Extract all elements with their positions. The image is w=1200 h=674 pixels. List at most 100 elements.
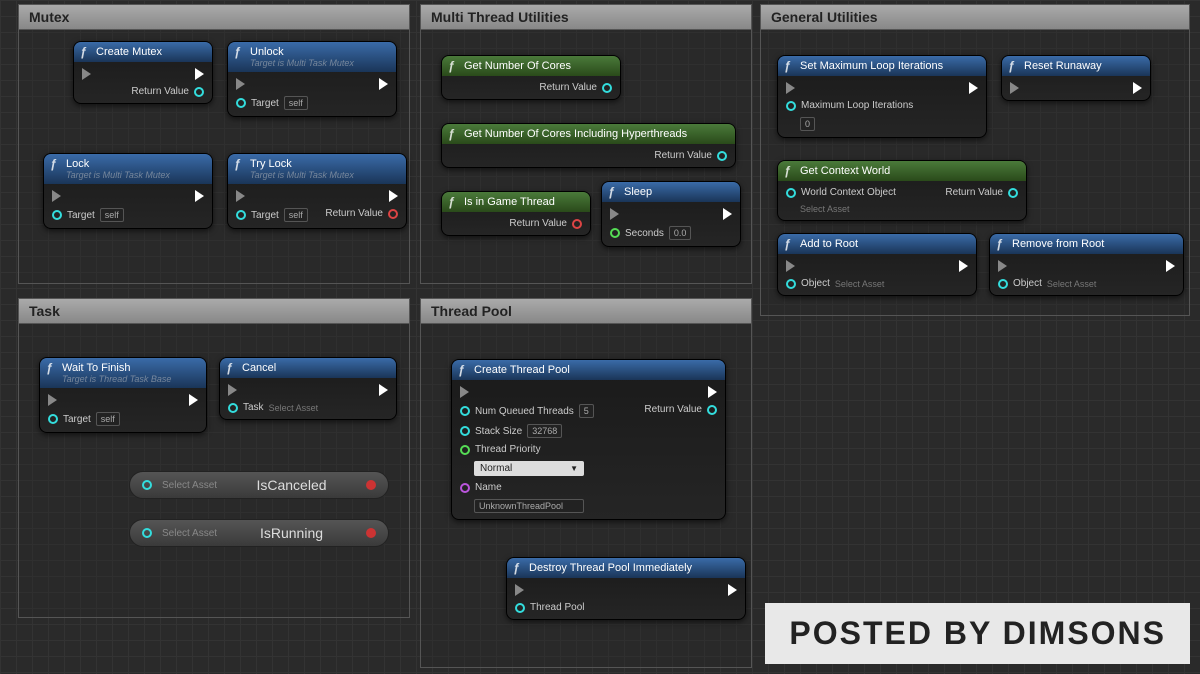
self-box[interactable]: self (96, 412, 120, 426)
asset-dropdown[interactable]: Select Asset (800, 204, 850, 214)
chevron-down-icon: ▼ (570, 464, 578, 473)
exec-out-pin[interactable] (728, 584, 737, 596)
node-remove-root[interactable]: Remove from Root ObjectSelect Asset (989, 233, 1184, 296)
exec-in-pin[interactable] (52, 190, 61, 202)
asset-dropdown[interactable]: Select Asset (835, 279, 885, 289)
input-pin[interactable] (460, 483, 470, 493)
output-pin[interactable] (707, 405, 717, 415)
panel-header-general: General Utilities (761, 5, 1189, 30)
self-box[interactable]: self (284, 208, 308, 222)
asset-label: Select Asset (162, 480, 217, 491)
node-cancel[interactable]: Cancel TaskSelect Asset (219, 357, 397, 420)
pin-label: Thread Priority (475, 444, 541, 455)
output-pin[interactable] (194, 87, 204, 97)
seconds-input[interactable]: 0.0 (669, 226, 692, 240)
input-pin[interactable] (786, 101, 796, 111)
exec-in-pin[interactable] (236, 78, 245, 90)
node-get-cores[interactable]: Get Number Of Cores Return Value (441, 55, 621, 100)
exec-out-pin[interactable] (389, 190, 398, 202)
title-text: Lock (66, 158, 89, 170)
title-text: Wait To Finish (62, 362, 130, 374)
node-add-root[interactable]: Add to Root ObjectSelect Asset (777, 233, 977, 296)
node-set-max-loop[interactable]: Set Maximum Loop Iterations Maximum Loop… (777, 55, 987, 138)
exec-out-pin[interactable] (189, 394, 198, 406)
title-text: Unlock (250, 46, 284, 58)
node-reset-runaway[interactable]: Reset Runaway (1001, 55, 1151, 101)
exec-out-pin[interactable] (708, 386, 717, 398)
exec-out-pin[interactable] (959, 260, 968, 272)
input-pin[interactable] (460, 445, 470, 455)
exec-in-pin[interactable] (1010, 82, 1019, 94)
input-pin[interactable] (142, 480, 152, 490)
num-threads-input[interactable]: 5 (579, 404, 594, 418)
node-get-cores-ht[interactable]: Get Number Of Cores Including Hyperthrea… (441, 123, 736, 168)
node-title: Sleep (602, 182, 740, 202)
exec-in-pin[interactable] (236, 190, 245, 202)
input-pin[interactable] (142, 528, 152, 538)
node-destroy-pool[interactable]: Destroy Thread Pool Immediately Thread P… (506, 557, 746, 620)
exec-in-pin[interactable] (228, 384, 237, 396)
output-pin[interactable] (1008, 188, 1018, 198)
status-indicator-icon (366, 480, 376, 490)
node-is-game-thread[interactable]: Is in Game Thread Return Value (441, 191, 591, 236)
max-loop-input[interactable]: 0 (800, 117, 815, 131)
self-box[interactable]: self (284, 96, 308, 110)
input-pin[interactable] (236, 210, 246, 220)
exec-out-pin[interactable] (1133, 82, 1142, 94)
exec-out-pin[interactable] (1166, 260, 1175, 272)
exec-in-pin[interactable] (515, 584, 524, 596)
output-pin[interactable] (717, 151, 727, 161)
node-try-lock[interactable]: Try Lock Target is Multi Task Mutex Targ… (227, 153, 407, 229)
name-input[interactable]: UnknownThreadPool (474, 499, 584, 513)
node-unlock[interactable]: Unlock Target is Multi Task Mutex Target… (227, 41, 397, 117)
status-is-canceled[interactable]: Select Asset IsCanceled (129, 471, 389, 499)
node-create-pool[interactable]: Create Thread Pool Num Queued Threads5 S… (451, 359, 726, 520)
exec-out-pin[interactable] (379, 384, 388, 396)
pin-label: Num Queued Threads (475, 406, 574, 417)
exec-in-pin[interactable] (460, 386, 469, 398)
self-box[interactable]: self (100, 208, 124, 222)
exec-out-pin[interactable] (723, 208, 732, 220)
input-pin[interactable] (786, 279, 796, 289)
asset-dropdown[interactable]: Select Asset (269, 403, 319, 413)
exec-in-pin[interactable] (786, 82, 795, 94)
panel-task: Task Wait To Finish Target is Thread Tas… (18, 298, 410, 618)
input-pin[interactable] (52, 210, 62, 220)
input-pin[interactable] (460, 426, 470, 436)
exec-in-pin[interactable] (610, 208, 619, 220)
pin-label: Return Value (325, 208, 383, 219)
input-pin[interactable] (610, 228, 620, 238)
priority-dropdown[interactable]: Normal▼ (474, 461, 584, 476)
exec-in-pin[interactable] (82, 68, 91, 80)
input-pin[interactable] (236, 98, 246, 108)
input-pin[interactable] (48, 414, 58, 424)
input-pin[interactable] (228, 403, 238, 413)
output-pin[interactable] (602, 83, 612, 93)
input-pin[interactable] (786, 188, 796, 198)
asset-dropdown[interactable]: Select Asset (1047, 279, 1097, 289)
node-lock[interactable]: Lock Target is Multi Task Mutex Targetse… (43, 153, 213, 229)
exec-in-pin[interactable] (48, 394, 57, 406)
input-pin[interactable] (998, 279, 1008, 289)
output-pin[interactable] (572, 219, 582, 229)
node-wait-finish[interactable]: Wait To Finish Target is Thread Task Bas… (39, 357, 207, 433)
pin-label: Target (251, 210, 279, 221)
node-title: Try Lock Target is Multi Task Mutex (228, 154, 406, 184)
pin-label: Maximum Loop Iterations (801, 100, 913, 111)
node-title: Get Context World (778, 161, 1026, 181)
node-create-mutex[interactable]: Create Mutex Return Value (73, 41, 213, 104)
output-pin[interactable] (388, 209, 398, 219)
input-pin[interactable] (515, 603, 525, 613)
input-pin[interactable] (460, 406, 470, 416)
status-is-running[interactable]: Select Asset IsRunning (129, 519, 389, 547)
exec-in-pin[interactable] (998, 260, 1007, 272)
exec-out-pin[interactable] (195, 68, 204, 80)
node-sleep[interactable]: Sleep Seconds0.0 (601, 181, 741, 247)
exec-in-pin[interactable] (786, 260, 795, 272)
node-get-context[interactable]: Get Context World World Context Object S… (777, 160, 1027, 221)
exec-out-pin[interactable] (969, 82, 978, 94)
exec-out-pin[interactable] (195, 190, 204, 202)
node-title: Is in Game Thread (442, 192, 590, 212)
exec-out-pin[interactable] (379, 78, 388, 90)
stack-size-input[interactable]: 32768 (527, 424, 562, 438)
